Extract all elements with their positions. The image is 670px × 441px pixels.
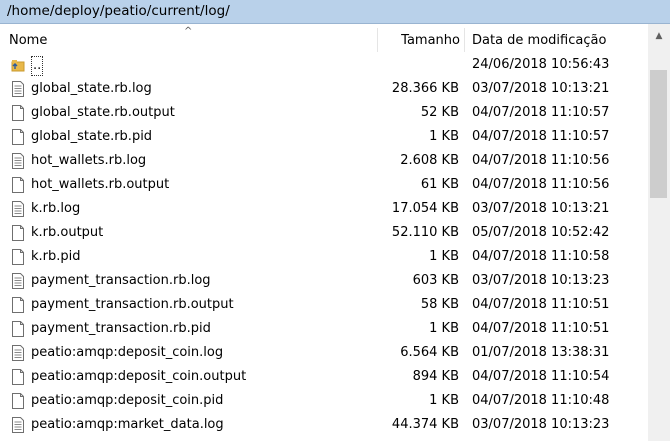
file-name: k.rb.output: [31, 225, 104, 240]
file-row[interactable]: k.rb.output 52.110 KB 05/07/2018 10:52:42: [0, 221, 648, 245]
sort-ascending-icon: ^: [184, 26, 193, 37]
file-row[interactable]: hot_wallets.rb.output 61 KB 04/07/2018 11:…: [0, 173, 648, 197]
scroll-thumb[interactable]: [650, 70, 667, 198]
file-size: 1 KB: [429, 393, 459, 408]
file-size: 58 KB: [420, 297, 459, 312]
file-row[interactable]: peatio:amqp:deposit_coin.output 894 KB 04/…: [0, 365, 648, 389]
blank-file-icon: [11, 392, 25, 410]
file-modified-date: 24/06/2018 10:56:43: [472, 57, 610, 72]
file-row[interactable]: peatio:amqp:deposit_coin.log 6.564 KB 01/0…: [0, 341, 648, 365]
file-row[interactable]: peatio:amqp:deposit_coin.pid 1 KB 04/07/20…: [0, 389, 648, 413]
file-size: 52 KB: [420, 105, 459, 120]
file-name: k.rb.pid: [31, 249, 81, 264]
file-modified-date: 04/07/2018 11:10:58: [472, 249, 610, 264]
file-size: 52.110 KB: [391, 225, 459, 240]
file-name: global_state.rb.log: [31, 81, 152, 96]
blank-file-icon: [11, 368, 25, 386]
file-name: peatio:amqp:deposit_coin.log: [31, 345, 224, 360]
file-size: 894 KB: [412, 369, 459, 384]
text-file-icon: [11, 344, 25, 362]
file-browser-window: /home/deploy/peatio/current/log/ Nome ^ …: [0, 0, 670, 441]
file-row[interactable]: global_state.rb.output 52 KB 04/07/2018 11…: [0, 101, 648, 125]
file-size: 2.608 KB: [400, 153, 459, 168]
scroll-up-arrow-icon[interactable]: ▲: [648, 27, 670, 45]
file-row[interactable]: global_state.rb.pid 1 KB 04/07/2018 11:10:…: [0, 125, 648, 149]
current-path: /home/deploy/peatio/current/log/: [7, 3, 230, 19]
file-name: hot_wallets.rb.output: [31, 177, 170, 192]
text-file-icon: [11, 416, 25, 434]
file-name: ..: [31, 56, 44, 76]
file-name: peatio:amqp:deposit_coin.pid: [31, 393, 224, 408]
file-modified-date: 05/07/2018 10:52:42: [472, 225, 610, 240]
file-size: 28.366 KB: [391, 81, 459, 96]
file-name: global_state.rb.pid: [31, 129, 153, 144]
file-size: 1 KB: [429, 249, 459, 264]
column-header-size[interactable]: Tamanho: [378, 28, 465, 52]
text-file-icon: [11, 152, 25, 170]
text-file-icon: [11, 272, 25, 290]
file-modified-date: 03/07/2018 10:13:23: [472, 417, 610, 432]
file-size: 603 KB: [412, 273, 459, 288]
file-size: 1 KB: [429, 129, 459, 144]
blank-file-icon: [11, 128, 25, 146]
file-name: payment_transaction.rb.pid: [31, 321, 211, 336]
file-modified-date: 04/07/2018 11:10:56: [472, 153, 610, 168]
blank-file-icon: [11, 320, 25, 338]
blank-file-icon: [11, 224, 25, 242]
blank-file-icon: [11, 176, 25, 194]
column-header-date-label: Data de modificação: [472, 33, 607, 48]
file-modified-date: 01/07/2018 13:38:31: [472, 345, 610, 360]
file-row[interactable]: .. 24/06/2018 10:56:43: [0, 53, 648, 77]
column-header-size-label: Tamanho: [401, 33, 460, 48]
file-size: 1 KB: [429, 321, 459, 336]
file-modified-date: 04/07/2018 11:10:57: [472, 105, 610, 120]
file-modified-date: 03/07/2018 10:13:23: [472, 273, 610, 288]
file-size: 44.374 KB: [391, 417, 459, 432]
column-header-name[interactable]: Nome ^: [0, 26, 378, 52]
file-modified-date: 03/07/2018 10:13:21: [472, 81, 610, 96]
text-file-icon: [11, 200, 25, 218]
file-row[interactable]: payment_transaction.rb.pid 1 KB 04/07/2018…: [0, 317, 648, 341]
file-row[interactable]: k.rb.log 17.054 KB 03/07/2018 10:13:21: [0, 197, 648, 221]
blank-file-icon: [11, 104, 25, 122]
file-row[interactable]: k.rb.pid 1 KB 04/07/2018 11:10:58: [0, 245, 648, 269]
file-modified-date: 04/07/2018 11:10:54: [472, 369, 610, 384]
file-modified-date: 04/07/2018 11:10:56: [472, 177, 610, 192]
file-size: 6.564 KB: [400, 345, 459, 360]
file-name: k.rb.log: [31, 201, 81, 216]
file-list: .. 24/06/2018 10:56:43 global_state.rb.log…: [0, 53, 648, 441]
file-row[interactable]: global_state.rb.log 28.366 KB 03/07/2018 1…: [0, 77, 648, 101]
file-size: 61 KB: [420, 177, 459, 192]
parent-folder-icon: [11, 56, 25, 74]
text-file-icon: [11, 80, 25, 98]
file-name: hot_wallets.rb.log: [31, 153, 147, 168]
blank-file-icon: [11, 248, 25, 266]
path-bar[interactable]: /home/deploy/peatio/current/log/: [0, 0, 670, 24]
file-name: payment_transaction.rb.output: [31, 297, 234, 312]
file-name: payment_transaction.rb.log: [31, 273, 211, 288]
file-row[interactable]: payment_transaction.rb.log 603 KB 03/07/20…: [0, 269, 648, 293]
file-modified-date: 03/07/2018 10:13:21: [472, 201, 610, 216]
column-header-date[interactable]: Data de modificação: [465, 28, 648, 52]
file-row[interactable]: peatio:amqp:market_data.log 44.374 KB 03/0…: [0, 413, 648, 437]
file-size: 17.054 KB: [391, 201, 459, 216]
column-header-row: Nome ^ Tamanho Data de modificação: [0, 26, 648, 52]
column-header-name-label: Nome: [9, 33, 48, 48]
file-name: peatio:amqp:market_data.log: [31, 417, 224, 432]
file-name: peatio:amqp:deposit_coin.output: [31, 369, 247, 384]
file-name: global_state.rb.output: [31, 105, 175, 120]
blank-file-icon: [11, 296, 25, 314]
file-modified-date: 04/07/2018 11:10:57: [472, 129, 610, 144]
file-row[interactable]: hot_wallets.rb.log 2.608 KB 04/07/2018 11:…: [0, 149, 648, 173]
file-modified-date: 04/07/2018 11:10:51: [472, 297, 610, 312]
file-row[interactable]: payment_transaction.rb.output 58 KB 04/07/…: [0, 293, 648, 317]
vertical-scrollbar[interactable]: ▲: [648, 24, 670, 441]
file-modified-date: 04/07/2018 11:10:51: [472, 321, 610, 336]
file-modified-date: 04/07/2018 11:10:48: [472, 393, 610, 408]
